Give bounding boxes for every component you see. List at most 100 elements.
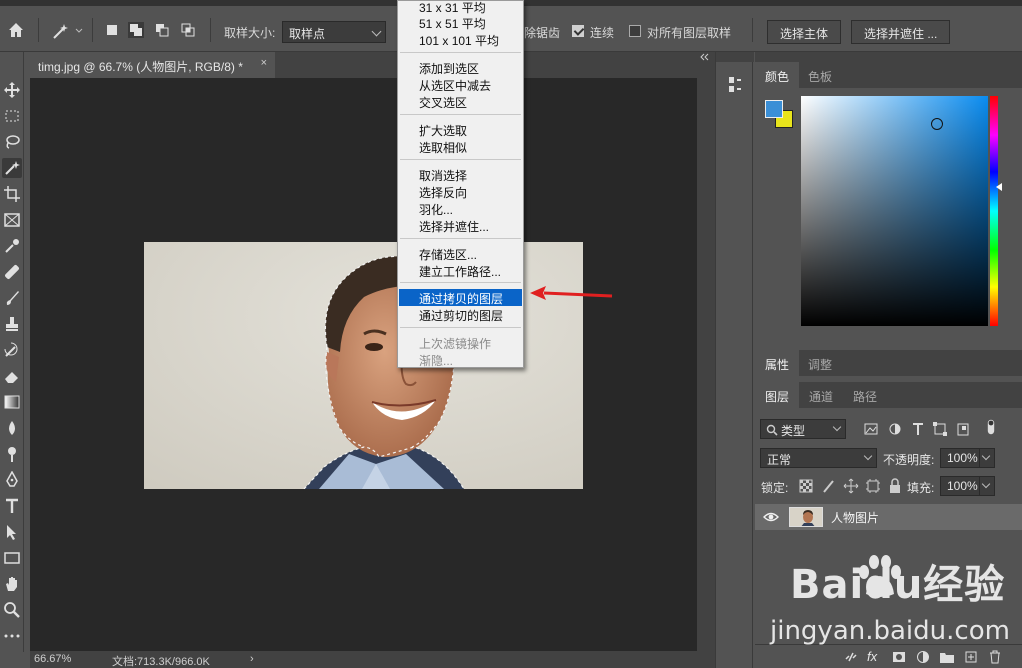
tab-adjustments[interactable]: 调整 xyxy=(798,350,842,376)
blur-tool-icon[interactable] xyxy=(2,418,22,438)
menu-item[interactable]: 选择反向 xyxy=(399,183,522,200)
zoom-level[interactable]: 66.67% xyxy=(34,653,71,665)
antialias-label: 除锯齿 xyxy=(524,26,561,40)
lasso-tool-icon[interactable] xyxy=(2,132,22,152)
menu-item[interactable]: 从选区中减去 xyxy=(399,76,522,93)
opacity-dropdown[interactable] xyxy=(979,448,995,468)
fill-dropdown[interactable] xyxy=(979,476,995,496)
crop-tool-icon[interactable] xyxy=(2,184,22,204)
color-picker-cursor[interactable] xyxy=(931,118,943,130)
menu-item[interactable]: 扩大选取 xyxy=(399,121,522,138)
tab-layers[interactable]: 图层 xyxy=(755,382,800,408)
rectangle-tool-icon[interactable] xyxy=(2,548,22,568)
sample-all-layers-checkbox[interactable] xyxy=(629,25,641,37)
menu-item[interactable]: 选取相似 xyxy=(399,138,522,155)
menu-item[interactable]: 51 x 51 平均 xyxy=(399,14,522,31)
blend-mode-select[interactable]: 正常 xyxy=(760,448,877,468)
divider xyxy=(210,18,211,42)
fill-input[interactable]: 100% xyxy=(940,476,980,496)
sample-all-layers-label: 对所有图层取样 xyxy=(647,26,732,40)
menu-item[interactable]: 存储选区... xyxy=(399,245,522,262)
intersect-selection-icon[interactable] xyxy=(180,22,196,38)
hand-tool-icon[interactable] xyxy=(2,574,22,594)
foreground-color-swatch[interactable] xyxy=(765,100,783,118)
tab-color[interactable]: 颜色 xyxy=(755,62,800,88)
menu-item[interactable]: 建立工作路径... xyxy=(399,262,522,279)
tab-channels[interactable]: 通道 xyxy=(799,382,843,408)
filter-shape-icon[interactable] xyxy=(932,421,948,437)
select-and-mask-button[interactable]: 选择并遮住 ... xyxy=(851,20,951,44)
hue-slider-handle-icon[interactable] xyxy=(996,183,1002,191)
sample-size-value: 取样点 xyxy=(289,27,326,41)
menu-item: 上次滤镜操作 xyxy=(419,337,492,351)
new-selection-icon[interactable] xyxy=(104,22,120,38)
lock-transparent-icon[interactable] xyxy=(798,478,814,494)
zoom-tool-icon[interactable] xyxy=(2,600,22,620)
close-icon[interactable]: × xyxy=(261,57,267,69)
marquee-tool-icon[interactable] xyxy=(2,106,22,126)
menu-item[interactable]: 添加到选区 xyxy=(399,59,522,76)
healing-brush-tool-icon[interactable] xyxy=(2,262,22,282)
chevron-down-icon xyxy=(981,451,991,461)
add-selection-icon[interactable] xyxy=(128,22,144,38)
menu-item[interactable]: 101 x 101 平均 xyxy=(399,31,522,48)
eyedropper-tool-icon[interactable] xyxy=(2,236,22,256)
hue-slider[interactable] xyxy=(990,96,998,326)
layer-filter-select[interactable]: 类型 xyxy=(760,419,846,439)
layers-panel-header: 图层 通道 路径 xyxy=(755,382,1022,408)
color-picker-field[interactable] xyxy=(801,96,988,326)
dodge-tool-icon[interactable] xyxy=(2,444,22,464)
gradient-tool-icon[interactable] xyxy=(2,392,22,412)
menu-item[interactable]: 通过剪切的图层 xyxy=(399,306,522,323)
path-selection-tool-icon[interactable] xyxy=(2,522,22,542)
menu-item[interactable]: 通过拷贝的图层 xyxy=(399,289,522,306)
filter-toggle-icon[interactable] xyxy=(983,419,995,439)
brush-tool-icon[interactable] xyxy=(2,288,22,308)
magic-wand-preset-button[interactable] xyxy=(50,20,84,42)
fill-label: 填充: xyxy=(907,481,935,495)
move-tool-icon[interactable] xyxy=(2,80,22,100)
type-tool-icon[interactable] xyxy=(2,496,22,516)
menu-item[interactable]: 交叉选区 xyxy=(399,93,522,110)
filter-pixel-icon[interactable] xyxy=(863,421,879,437)
divider xyxy=(38,18,39,42)
lock-all-icon[interactable] xyxy=(887,478,903,494)
collapse-arrows-icon[interactable] xyxy=(697,52,715,62)
chevron-down-icon xyxy=(371,26,382,37)
filter-adjustment-icon[interactable] xyxy=(887,421,903,437)
menu-item[interactable]: 31 x 31 平均 xyxy=(399,0,522,15)
lock-artboard-icon[interactable] xyxy=(865,478,881,494)
magic-wand-tool-icon[interactable] xyxy=(2,158,22,178)
menu-separator xyxy=(400,282,521,283)
menu-item[interactable]: 羽化... xyxy=(399,200,522,217)
eye-icon[interactable] xyxy=(763,509,779,525)
eraser-tool-icon[interactable] xyxy=(2,366,22,386)
frame-tool-icon[interactable] xyxy=(2,210,22,230)
subtract-selection-icon[interactable] xyxy=(154,22,170,38)
tab-properties[interactable]: 属性 xyxy=(755,350,800,376)
select-subject-button[interactable]: 选择主体 xyxy=(767,20,842,44)
history-brush-tool-icon[interactable] xyxy=(2,340,22,360)
contiguous-checkbox[interactable] xyxy=(572,25,584,37)
layer-name[interactable]: 人物图片 xyxy=(831,509,879,526)
tab-swatches[interactable]: 色板 xyxy=(798,62,842,88)
sample-size-select[interactable]: 取样点 xyxy=(282,21,386,43)
clone-stamp-tool-icon[interactable] xyxy=(2,314,22,334)
filter-type-icon[interactable] xyxy=(910,421,926,437)
home-icon[interactable] xyxy=(6,20,26,40)
opacity-input[interactable]: 100% xyxy=(940,448,980,468)
tab-paths[interactable]: 路径 xyxy=(843,382,887,408)
menu-item[interactable]: 选择并遮住... xyxy=(399,217,522,234)
canvas-area[interactable] xyxy=(30,78,697,651)
more-tools-icon[interactable] xyxy=(2,626,22,646)
document-tab[interactable]: timg.jpg @ 66.7% (人物图片, RGB/8) * × xyxy=(30,52,275,78)
lock-position-icon[interactable] xyxy=(843,478,859,494)
history-panel-icon[interactable] xyxy=(726,74,744,96)
lock-pixels-icon[interactable] xyxy=(821,478,837,494)
menu-item[interactable]: 取消选择 xyxy=(399,166,522,183)
layer-row[interactable]: 人物图片 xyxy=(755,504,1022,530)
pen-tool-icon[interactable] xyxy=(2,470,22,490)
status-menu-arrow[interactable]: › xyxy=(250,653,254,665)
filter-smart-object-icon[interactable] xyxy=(955,421,971,437)
menu-separator xyxy=(400,114,521,115)
